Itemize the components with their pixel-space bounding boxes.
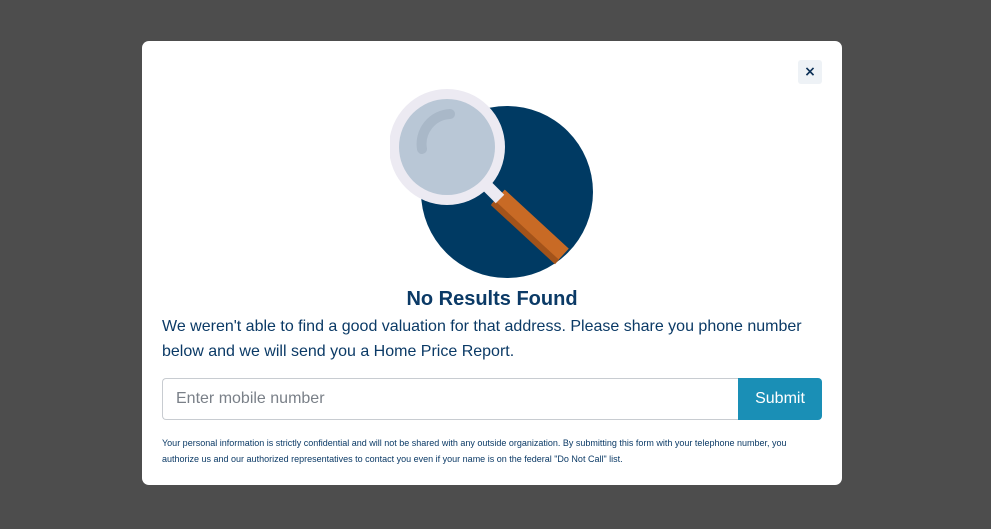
close-icon: × <box>804 64 816 80</box>
modal-message: We weren't able to find a good valuation… <box>162 318 802 360</box>
close-button[interactable]: × <box>798 60 822 84</box>
mobile-number-input[interactable] <box>162 378 738 420</box>
modal-title: No Results Found <box>406 288 578 310</box>
privacy-disclaimer: Your personal information is strictly co… <box>162 438 787 464</box>
submit-button[interactable]: Submit <box>738 378 822 420</box>
phone-form: Submit <box>162 378 822 420</box>
magnifying-glass-icon <box>390 89 593 278</box>
no-results-modal: × No Results Found We weren't able to fi… <box>142 41 842 485</box>
